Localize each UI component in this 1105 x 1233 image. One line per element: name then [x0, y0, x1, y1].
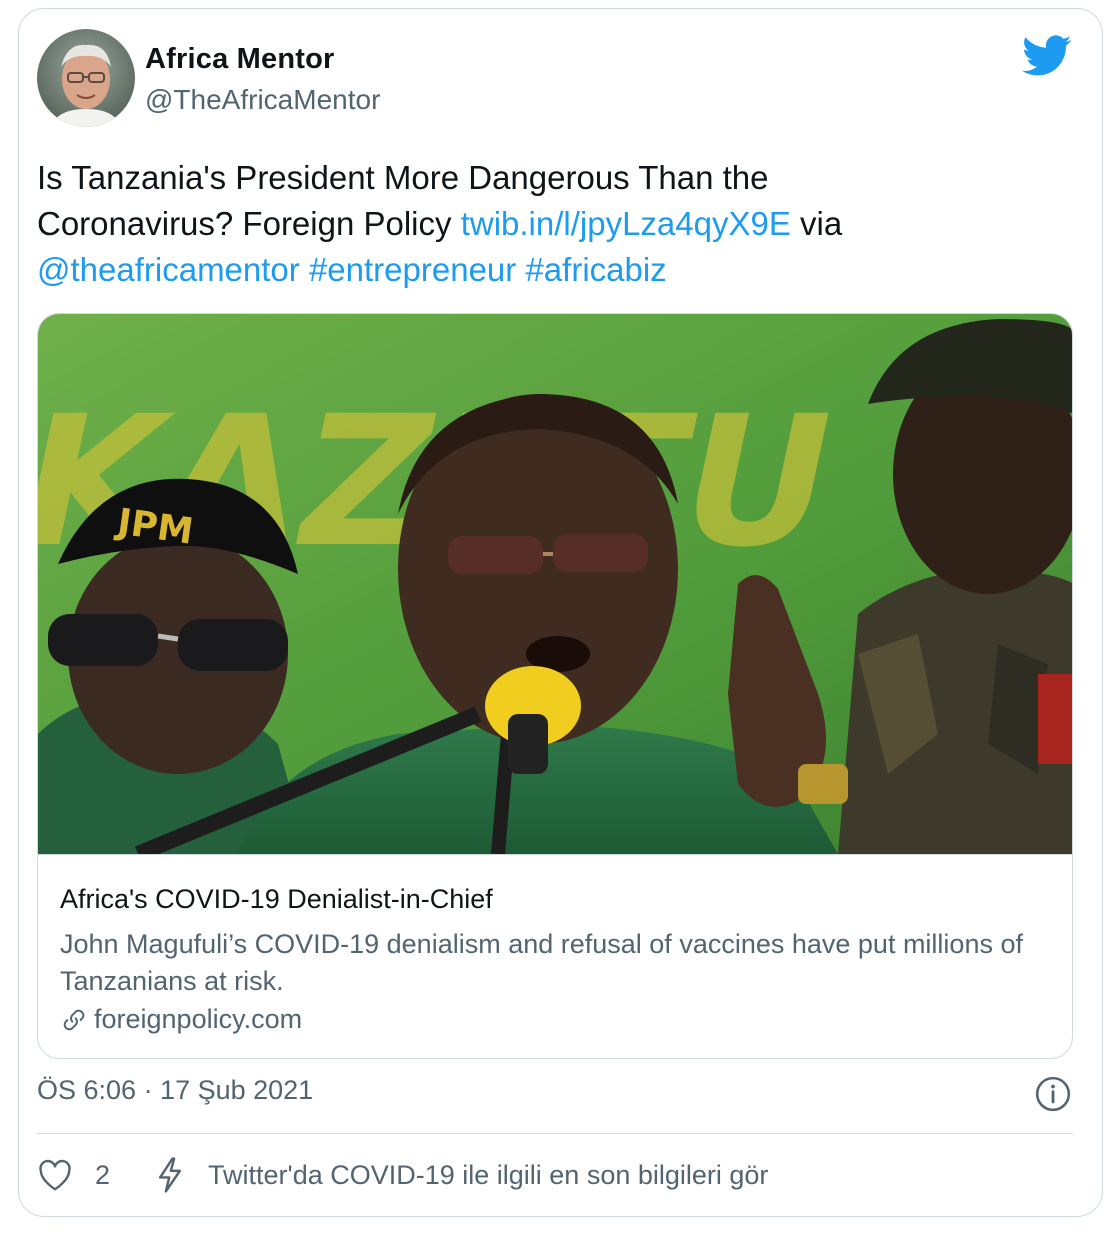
- footer-divider: [37, 1133, 1073, 1134]
- card-domain-row[interactable]: foreignpolicy.com: [60, 1004, 302, 1035]
- lightning-icon: [158, 1157, 182, 1193]
- like-button[interactable]: 2: [37, 1158, 110, 1192]
- covid-info-link[interactable]: Twitter'da COVID-19 ile ilgili en son bi…: [156, 1157, 768, 1193]
- like-count: 2: [95, 1159, 111, 1190]
- mention-link[interactable]: @theafricamentor: [37, 251, 300, 288]
- avatar[interactable]: [37, 29, 135, 127]
- card-description: John Magufuli’s COVID-19 denialism and r…: [60, 929, 1023, 996]
- author-name[interactable]: Africa Mentor: [145, 43, 335, 76]
- tweet-via: via: [790, 205, 843, 242]
- info-icon[interactable]: [1034, 1075, 1072, 1113]
- tweet-text-line1: Is Tanzania's President More Dangerous T…: [37, 159, 769, 196]
- tweet-text: Is Tanzania's President More Dangerous T…: [37, 155, 1077, 293]
- card-image[interactable]: KAZI TU JPM: [38, 314, 1073, 854]
- tweet-footer: 2 Twitter'da COVID-19 ile ilgili en son …: [37, 1149, 768, 1201]
- link-icon: [63, 1009, 85, 1030]
- hashtag-africabiz[interactable]: #africabiz: [525, 251, 666, 288]
- card-divider: [38, 854, 1072, 855]
- tweet-text-line2: Coronavirus? Foreign Policy: [37, 205, 461, 242]
- card-title[interactable]: Africa's COVID-19 Denialist-in-Chief: [60, 884, 493, 915]
- card-domain: foreignpolicy.com: [94, 1004, 303, 1034]
- covid-info-label: Twitter'da COVID-19 ile ilgili en son bi…: [208, 1159, 769, 1190]
- twitter-bird-icon[interactable]: [1022, 35, 1072, 77]
- tweet-link[interactable]: twib.in/l/jpyLza4qyX9E: [461, 205, 791, 242]
- timestamp[interactable]: ÖS 6:06 · 17 Şub 2021: [37, 1075, 313, 1106]
- hashtag-entrepreneur[interactable]: #entrepreneur: [309, 251, 516, 288]
- heart-icon: [39, 1159, 71, 1191]
- author-handle[interactable]: @TheAfricaMentor: [145, 84, 380, 116]
- link-preview-card[interactable]: KAZI TU JPM Africa's COVID-19 Denialist-…: [37, 313, 1073, 1059]
- tweet-card[interactable]: Africa Mentor @TheAfricaMentor Is Tanzan…: [18, 8, 1103, 1217]
